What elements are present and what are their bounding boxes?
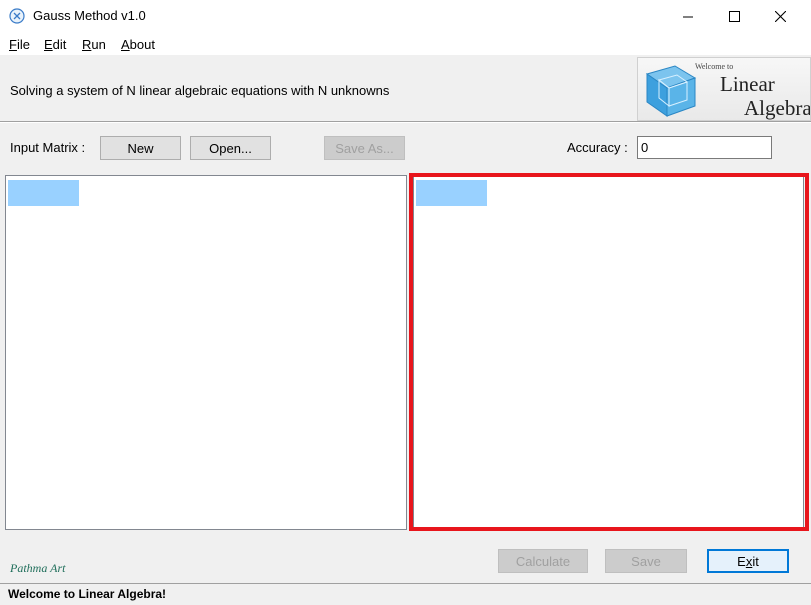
minimize-icon (683, 16, 693, 17)
input-matrix-grid[interactable] (5, 175, 407, 530)
exit-button[interactable]: Exit (707, 549, 789, 573)
banner-divider-highlight (0, 122, 811, 123)
open-button[interactable]: Open... (190, 136, 271, 160)
logo-linear-text: Linear (720, 72, 775, 96)
app-subtitle: Solving a system of N linear algebraic e… (10, 83, 390, 98)
new-button[interactable]: New (100, 136, 181, 160)
menu-file[interactable]: File (9, 37, 30, 52)
logo-welcome-text: Welcome to (695, 62, 734, 71)
linear-algebra-logo: Welcome to Linear Algebra (637, 57, 811, 121)
title-bar: Gauss Method v1.0 (0, 0, 811, 33)
maximize-icon (728, 11, 740, 22)
app-logo-icon (9, 8, 25, 24)
close-icon (774, 11, 786, 22)
accuracy-input[interactable] (637, 136, 772, 159)
logo-algebra-text: Algebra (744, 96, 811, 120)
close-button[interactable] (757, 0, 803, 33)
result-grid[interactable] (413, 175, 804, 530)
menu-about[interactable]: About (121, 37, 155, 52)
accuracy-label: Accuracy : (567, 140, 628, 155)
calculate-button[interactable]: Calculate (498, 549, 588, 573)
save-button[interactable]: Save (605, 549, 687, 573)
status-text: Welcome to Linear Algebra! (8, 587, 167, 601)
selected-cell[interactable] (416, 180, 487, 206)
input-matrix-label: Input Matrix : (10, 140, 86, 155)
author-signature: Pathma Art (10, 561, 66, 575)
menu-run[interactable]: Run (82, 37, 106, 52)
minimize-button[interactable] (665, 0, 711, 33)
menu-edit[interactable]: Edit (44, 37, 66, 52)
window-title: Gauss Method v1.0 (33, 8, 146, 23)
save-as-button[interactable]: Save As... (324, 136, 405, 160)
maximize-button[interactable] (711, 0, 757, 33)
status-divider (0, 583, 811, 584)
exit-label: Exit (737, 553, 759, 569)
tesseract-cube-icon (645, 65, 697, 117)
selected-cell[interactable] (8, 180, 79, 206)
menu-bar: File Edit Run About (0, 33, 811, 55)
